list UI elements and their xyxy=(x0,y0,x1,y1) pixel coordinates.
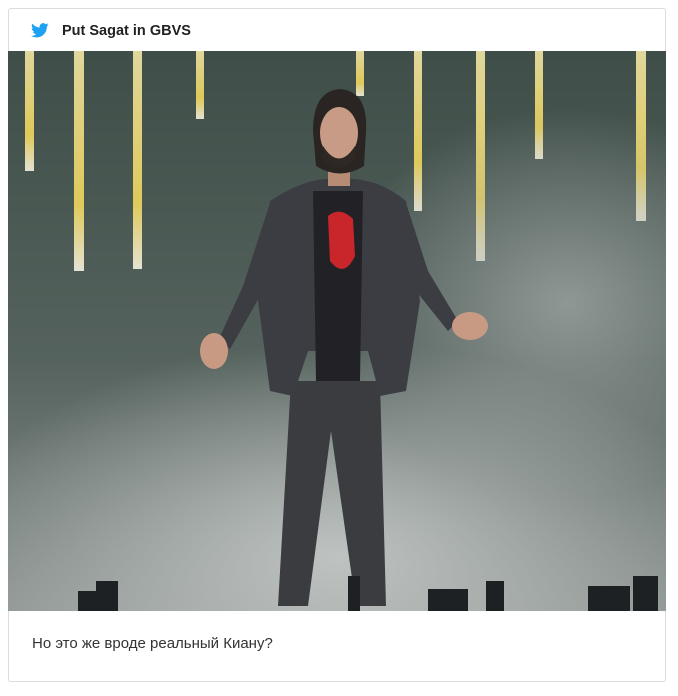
tweet-photo[interactable] xyxy=(8,51,666,611)
tweet-card: Put Sagat in GBVS Но это же вроде реальн… xyxy=(8,8,666,682)
twitter-bird-icon[interactable] xyxy=(31,23,49,38)
tweet-author[interactable]: Put Sagat in GBVS xyxy=(62,23,191,39)
stage-photo xyxy=(8,51,666,611)
tweet-header: Put Sagat in GBVS xyxy=(9,9,665,52)
tweet-text: Но это же вроде реальный Киану? xyxy=(32,635,273,652)
